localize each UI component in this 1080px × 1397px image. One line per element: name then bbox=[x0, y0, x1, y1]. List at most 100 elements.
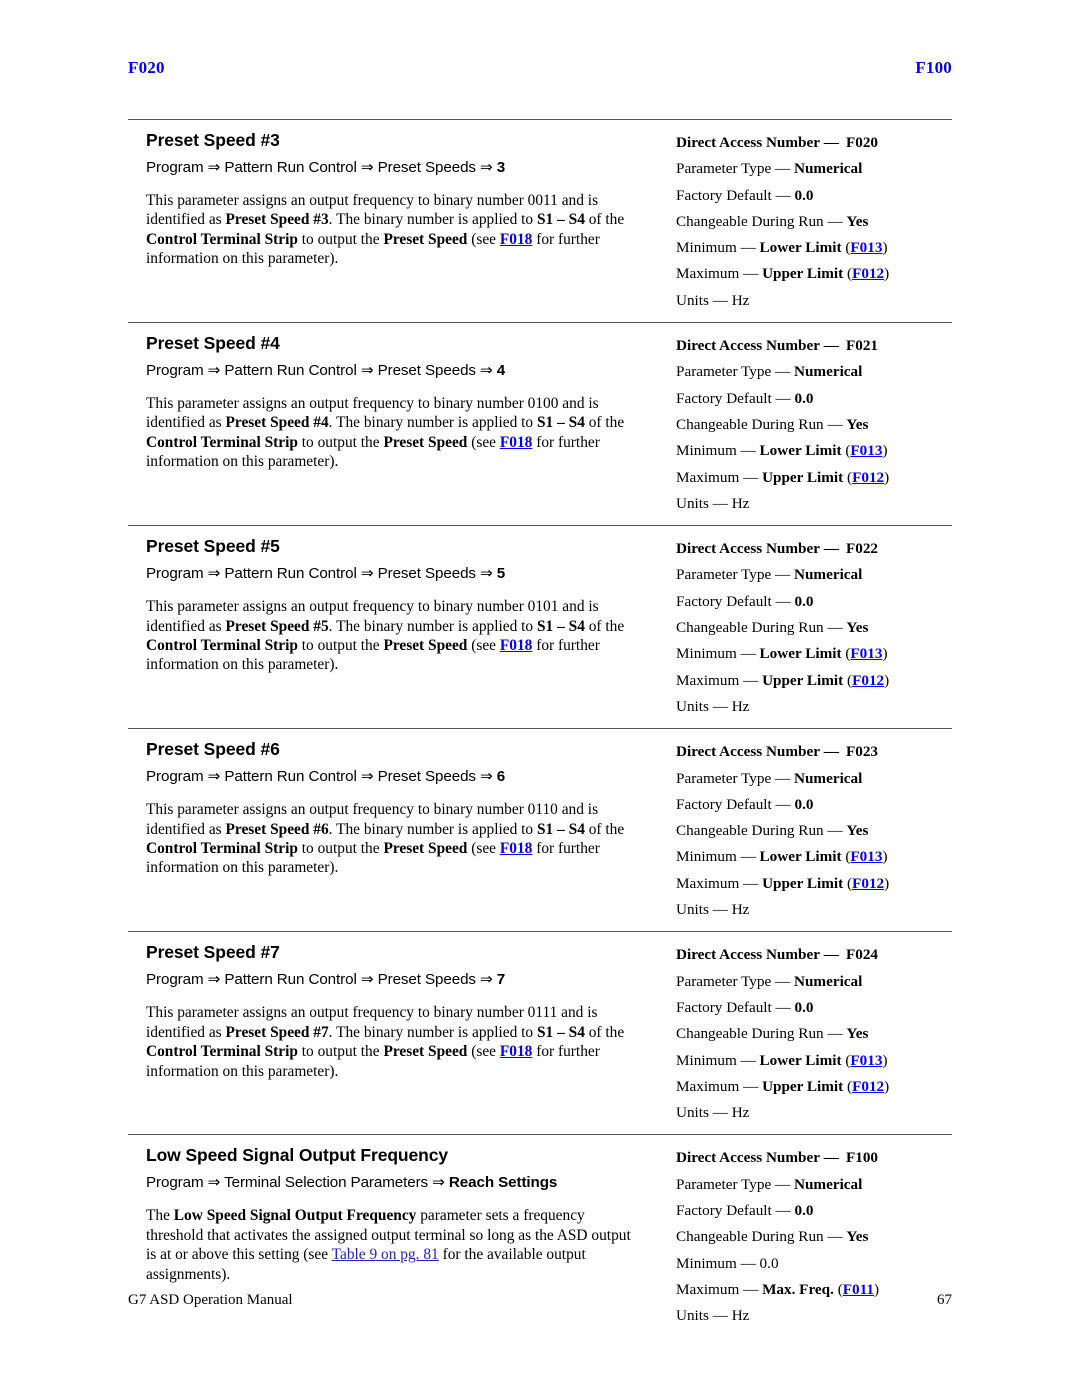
menu-path-value: 7 bbox=[496, 971, 506, 989]
running-header-right: F100 bbox=[915, 58, 952, 77]
page: F020 F100 Preset Speed #3 Program ⇒ Patt… bbox=[128, 0, 952, 1397]
spec-value: Lower Limit bbox=[759, 239, 842, 257]
spec-units: Units — Hz bbox=[676, 288, 952, 314]
spec-units: Units — Hz bbox=[676, 694, 952, 720]
spec-reference-link[interactable]: F013 bbox=[850, 442, 882, 459]
spec-value: 0.0 bbox=[759, 1254, 779, 1272]
spec-value: Numerical bbox=[794, 566, 863, 584]
body-bold-part: Control Terminal Strip bbox=[146, 1043, 298, 1061]
table-reference-link[interactable]: Table 9 on pg. 81 bbox=[332, 1246, 439, 1263]
spec-minimum: Minimum — 0.0 bbox=[676, 1251, 952, 1277]
spec-dash: — bbox=[743, 468, 759, 486]
spec-value: F021 bbox=[845, 337, 879, 355]
section-description-column: Preset Speed #4 Program ⇒ Pattern Run Co… bbox=[128, 323, 658, 525]
section-menu-path: Program ⇒ Pattern Run Control ⇒ Preset S… bbox=[146, 563, 640, 584]
spec-label: Factory Default bbox=[676, 795, 772, 813]
body-bold-part: Control Terminal Strip bbox=[146, 230, 298, 248]
section-body-text: This parameter assigns an output frequen… bbox=[146, 1003, 640, 1081]
spec-value: Upper Limit bbox=[762, 468, 844, 486]
spec-dash: — bbox=[827, 619, 843, 637]
menu-path-prefix: Program ⇒ Pattern Run Control ⇒ Preset S… bbox=[146, 971, 497, 989]
section-body-text: This parameter assigns an output frequen… bbox=[146, 191, 640, 269]
spec-parameter-type: Parameter Type — Numerical bbox=[676, 562, 952, 588]
spec-dash: — bbox=[740, 645, 756, 663]
spec-units: Units — Hz bbox=[676, 1100, 952, 1126]
parameter-section: Preset Speed #6 Program ⇒ Pattern Run Co… bbox=[128, 728, 952, 931]
parameter-section: Preset Speed #5 Program ⇒ Pattern Run Co… bbox=[128, 525, 952, 728]
spec-label: Maximum bbox=[676, 671, 740, 689]
section-title: Preset Speed #3 bbox=[146, 130, 280, 150]
parameter-section: Preset Speed #7 Program ⇒ Pattern Run Co… bbox=[128, 931, 952, 1134]
running-header-left: F020 bbox=[128, 58, 165, 77]
cross-reference-link[interactable]: F018 bbox=[500, 1043, 533, 1060]
spec-minimum: Minimum — Lower Limit (F013) bbox=[676, 645, 888, 663]
body-bold-part: Preset Speed #4 bbox=[225, 414, 329, 432]
spec-factory-default: Factory Default — 0.0 bbox=[676, 792, 952, 818]
spec-maximum: Maximum — Upper Limit (F012) bbox=[676, 265, 890, 283]
spec-dash: — bbox=[823, 337, 839, 355]
section-spec-column: Direct Access Number — F023 Parameter Typ… bbox=[658, 729, 952, 931]
menu-path-prefix: Program ⇒ Pattern Run Control ⇒ Preset S… bbox=[146, 565, 497, 583]
spec-list: Direct Access Number — F024 Parameter Typ… bbox=[676, 942, 952, 1126]
spec-value: F022 bbox=[845, 540, 879, 558]
spec-label: Units bbox=[676, 901, 709, 919]
body-part: of the bbox=[584, 211, 625, 229]
spec-label: Units bbox=[676, 1104, 709, 1122]
body-part: of the bbox=[584, 820, 625, 838]
spec-reference-link[interactable]: F012 bbox=[852, 469, 884, 486]
body-bold-part: Preset Speed #6 bbox=[225, 820, 329, 838]
body-bold-part: S1 – S4 bbox=[536, 617, 585, 635]
spec-minimum: Minimum — Lower Limit (F013) bbox=[676, 1051, 888, 1069]
spec-label: Direct Access Number bbox=[676, 946, 820, 964]
spec-minimum: Minimum — Lower Limit (F013) bbox=[676, 442, 888, 460]
spec-maximum: Maximum — Upper Limit (F012) bbox=[676, 671, 890, 689]
spec-dash: — bbox=[743, 265, 759, 283]
spec-reference-link[interactable]: F013 bbox=[850, 239, 882, 256]
spec-label: Maximum bbox=[676, 874, 740, 892]
spec-parameter-type: Parameter Type — Numerical bbox=[676, 359, 952, 385]
cross-reference-link[interactable]: F018 bbox=[500, 840, 533, 857]
spec-dash: — bbox=[740, 239, 756, 257]
spec-dash: — bbox=[775, 1175, 791, 1193]
section-menu-path: Program ⇒ Pattern Run Control ⇒ Preset S… bbox=[146, 766, 640, 787]
spec-factory-default: Factory Default — 0.0 bbox=[676, 995, 952, 1021]
spec-label: Minimum bbox=[676, 645, 737, 663]
spec-value: Lower Limit bbox=[759, 645, 842, 663]
body-part: to output the bbox=[297, 433, 384, 451]
cross-reference-link[interactable]: F018 bbox=[500, 434, 533, 451]
spec-label: Units bbox=[676, 1307, 709, 1325]
spec-factory-default: Factory Default — 0.0 bbox=[676, 1198, 952, 1224]
spec-maximum: Maximum — Upper Limit (F012) bbox=[676, 468, 890, 486]
spec-label: Minimum bbox=[676, 239, 737, 257]
spec-reference-link[interactable]: F012 bbox=[852, 1078, 884, 1095]
spec-reference-link[interactable]: F013 bbox=[850, 645, 882, 662]
spec-parameter-type: Parameter Type — Numerical bbox=[676, 766, 952, 792]
spec-changeable-during-run: Changeable During Run — Yes bbox=[676, 1224, 952, 1250]
spec-changeable-during-run: Changeable During Run — Yes bbox=[676, 209, 952, 235]
spec-dash: — bbox=[775, 769, 791, 787]
spec-label: Parameter Type bbox=[676, 1175, 772, 1193]
cross-reference-link[interactable]: F018 bbox=[500, 231, 533, 248]
spec-label: Parameter Type bbox=[676, 363, 772, 381]
spec-reference-link[interactable]: F013 bbox=[850, 1052, 882, 1069]
body-part: to output the bbox=[297, 840, 384, 858]
spec-label: Maximum bbox=[676, 265, 740, 283]
spec-reference-link[interactable]: F012 bbox=[852, 875, 884, 892]
body-bold-part: Preset Speed bbox=[383, 840, 468, 858]
spec-reference-link[interactable]: F013 bbox=[850, 848, 882, 865]
section-spec-column: Direct Access Number — F021 Parameter Typ… bbox=[658, 323, 952, 525]
spec-label: Minimum bbox=[676, 1254, 737, 1272]
cross-reference-link[interactable]: F018 bbox=[500, 637, 533, 654]
body-part: . The binary number is applied to bbox=[328, 211, 537, 229]
spec-value: F020 bbox=[845, 134, 879, 151]
spec-reference-link[interactable]: F012 bbox=[852, 672, 884, 689]
body-part: . The binary number is applied to bbox=[328, 820, 537, 838]
spec-dash: — bbox=[712, 697, 728, 715]
body-part: The bbox=[146, 1207, 174, 1225]
spec-value: Hz bbox=[731, 901, 750, 919]
spec-reference-link[interactable]: F012 bbox=[852, 265, 884, 282]
spec-direct-access-number: Direct Access Number — F020 bbox=[676, 130, 952, 156]
spec-dash: — bbox=[743, 671, 759, 689]
spec-maximum: Maximum — Upper Limit (F012) bbox=[676, 874, 890, 892]
spec-value: 0.0 bbox=[794, 1201, 814, 1219]
